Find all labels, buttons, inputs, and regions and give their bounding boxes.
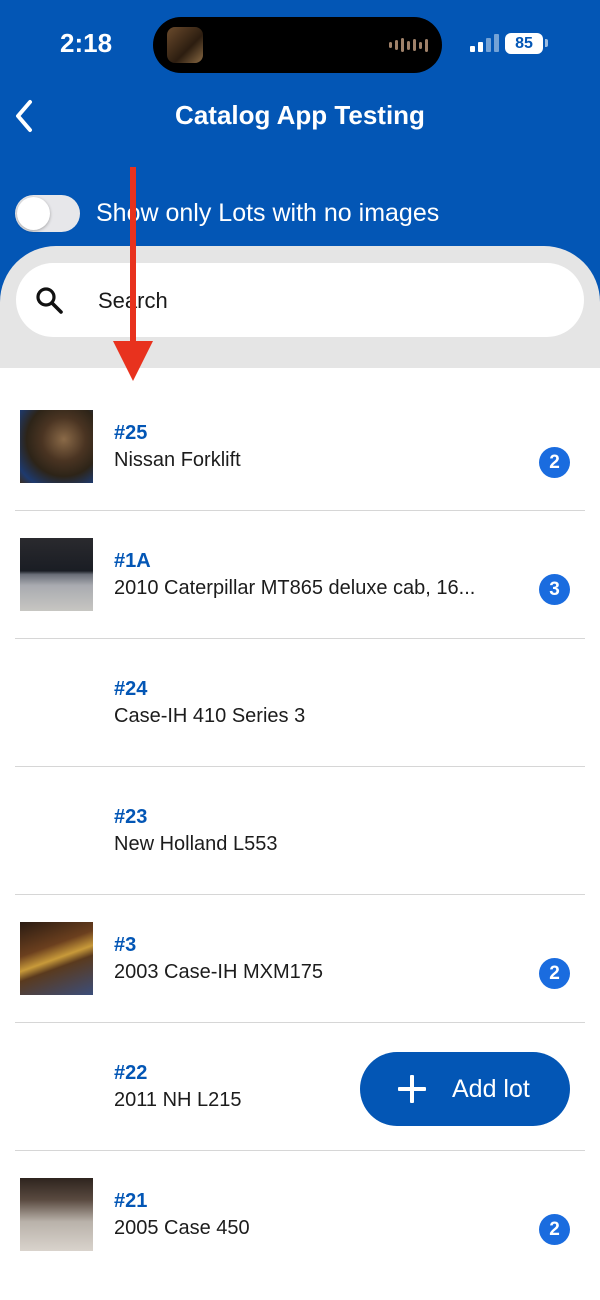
lot-list: #25 Nissan Forklift 2 #1A 2010 Caterpill… [0,368,600,1300]
lot-thumbnail [20,410,93,483]
lot-title: 2010 Caterpillar MT865 deluxe cab, 16... [114,577,476,599]
image-count-badge: 2 [539,958,570,989]
lot-number: #24 [114,678,148,700]
add-lot-button[interactable]: Add lot [360,1052,570,1126]
lot-row-1a[interactable]: #1A 2010 Caterpillar MT865 deluxe cab, 1… [0,511,600,639]
battery-indicator: 85 [505,33,543,54]
lot-number: #21 [114,1190,148,1212]
cellular-signal-icon [470,34,499,52]
lot-number: #3 [114,934,137,956]
lot-thumbnail [20,922,93,995]
lot-thumbnail [20,538,93,611]
lot-number: #23 [114,806,148,828]
image-count-badge: 2 [539,1214,570,1245]
lot-title: 2003 Case-IH MXM175 [114,961,323,983]
plus-icon [398,1075,426,1103]
lot-title: 2011 NH L215 [114,1089,242,1111]
lot-row-25[interactable]: #25 Nissan Forklift 2 [0,368,600,496]
search-icon [36,287,63,314]
lot-number: #22 [114,1062,148,1084]
annotation-arrow-icon [113,167,153,381]
audio-wave-icon [389,37,428,53]
dynamic-island [153,17,442,73]
lot-thumbnail [20,1178,93,1251]
lot-title: 2005 Case 450 [114,1217,250,1239]
lot-row-21[interactable]: #21 2005 Case 450 2 [0,1151,600,1279]
lot-number: #1A [114,550,151,572]
lot-row-3[interactable]: #3 2003 Case-IH MXM175 2 [0,895,600,1023]
page-title: Catalog App Testing [175,100,425,130]
add-lot-label: Add lot [452,1075,530,1103]
no-images-toggle[interactable] [15,195,80,232]
lot-row-24[interactable]: #24 Case-IH 410 Series 3 [0,639,600,767]
lot-title: Case-IH 410 Series 3 [114,705,306,727]
status-time: 2:18 [60,28,113,58]
image-count-badge: 3 [539,574,570,605]
toggle-knob [17,197,50,230]
lot-title: New Holland L553 [114,833,278,855]
image-count-badge: 2 [539,447,570,478]
lot-number: #25 [114,422,148,444]
lot-title: Nissan Forklift [114,449,241,471]
search-input[interactable] [98,286,558,316]
now-playing-thumbnail [167,27,203,63]
lot-row-23[interactable]: #23 New Holland L553 [0,767,600,895]
battery-tip-icon [545,39,548,47]
